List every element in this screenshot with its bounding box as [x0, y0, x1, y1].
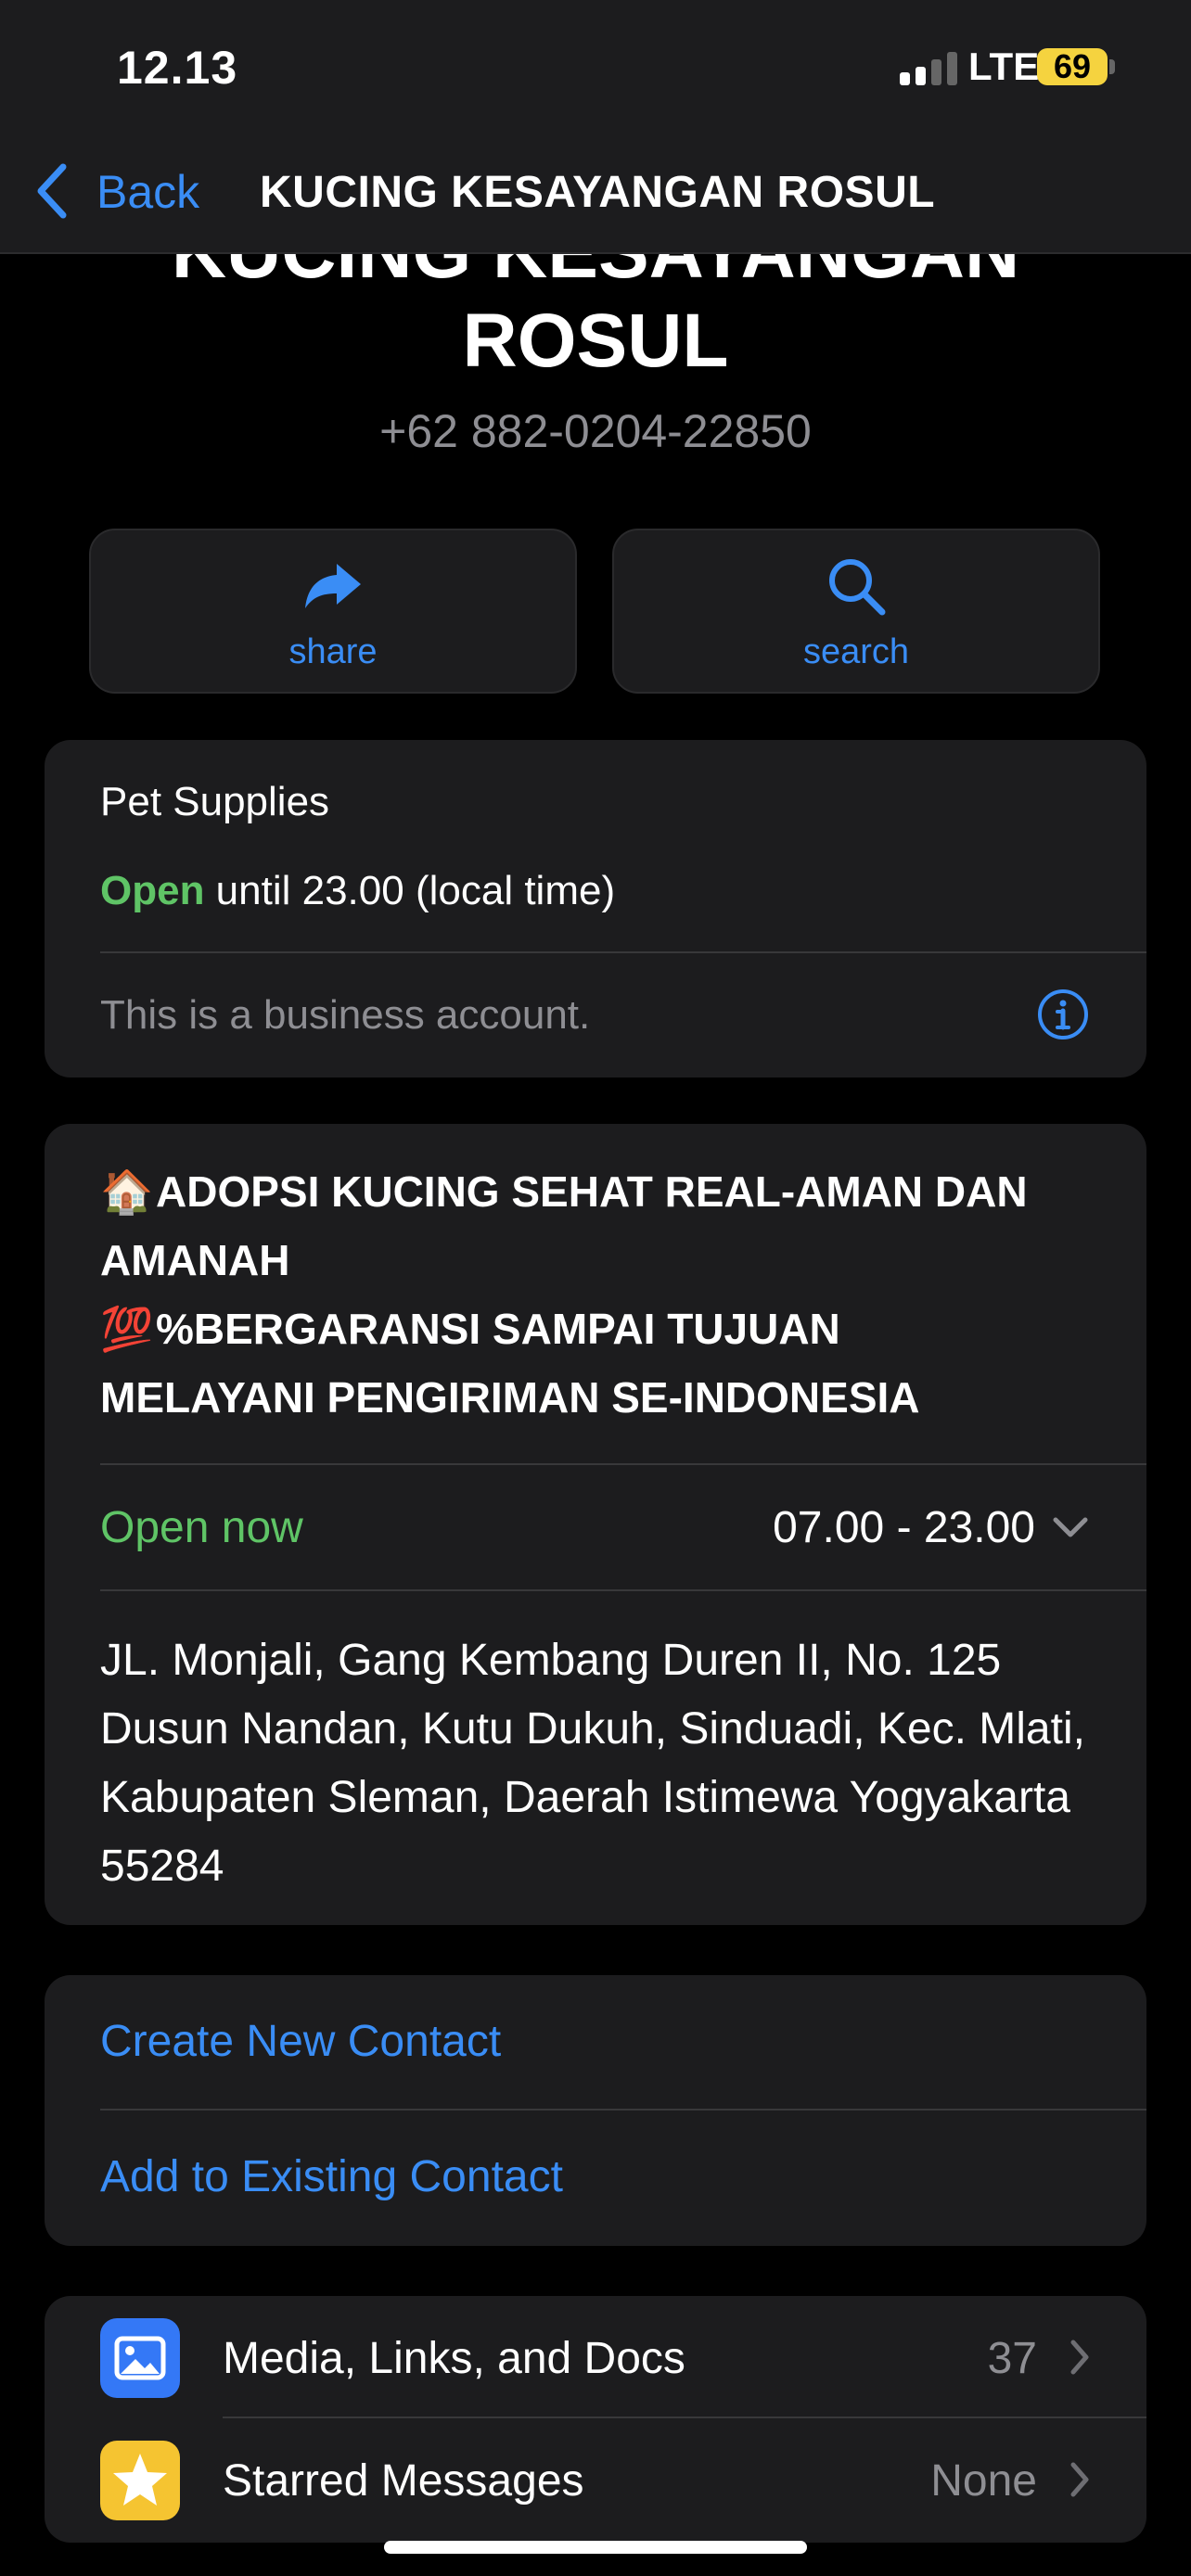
- back-button[interactable]: Back: [96, 165, 199, 219]
- nav-title: KUCING KESAYANGAN ROSUL: [260, 168, 936, 217]
- description-line1: ADOPSI KUCING SEHAT REAL-AMAN DAN: [156, 1167, 1028, 1216]
- media-count: 37: [987, 2334, 1037, 2383]
- house-emoji-icon: 🏠: [100, 1167, 154, 1216]
- create-new-contact-button[interactable]: Create New Contact: [100, 2016, 501, 2067]
- open-now-label: Open now: [100, 1503, 303, 1552]
- hundred-emoji-icon: 💯: [100, 1305, 154, 1353]
- chevron-right-icon: [1070, 2340, 1089, 2375]
- starred-count: None: [930, 2456, 1037, 2506]
- divider: [100, 1589, 1146, 1591]
- description-line3: %BERGARANSI SAMPAI TUJUAN: [156, 1305, 840, 1353]
- media-links-docs-label: Media, Links, and Docs: [223, 2334, 685, 2383]
- home-indicator[interactable]: [384, 2541, 807, 2554]
- about-card: 🏠ADOPSI KUCING SEHAT REAL-AMAN DAN AMANA…: [45, 1124, 1146, 1925]
- business-description: 🏠ADOPSI KUCING SEHAT REAL-AMAN DAN AMANA…: [100, 1157, 1121, 1432]
- business-account-note: This is a business account.: [100, 992, 591, 1038]
- open-word: Open: [100, 868, 205, 913]
- add-to-existing-contact-button[interactable]: Add to Existing Contact: [100, 2151, 563, 2202]
- share-label: share: [288, 632, 378, 671]
- open-status: Open until 23.00 (local time): [100, 868, 615, 914]
- navigation-bar: 12.13 LTE 69 Back KUCING KESAYANGAN ROSU…: [0, 0, 1191, 254]
- divider: [100, 2109, 1146, 2111]
- phone-number[interactable]: +62 882-0204-22850: [0, 404, 1191, 458]
- description-line2: AMANAH: [100, 1236, 290, 1284]
- star-icon: [100, 2441, 180, 2520]
- open-until: until 23.00 (local time): [204, 868, 616, 913]
- info-circle-icon[interactable]: [1035, 987, 1091, 1042]
- search-label: search: [802, 632, 910, 671]
- business-address[interactable]: JL. Monjali, Gang Kembang Duren II, No. …: [100, 1626, 1121, 1901]
- contact-name-line2: ROSUL: [462, 299, 729, 383]
- search-button[interactable]: search: [612, 529, 1100, 694]
- chevron-down-icon[interactable]: [1052, 1513, 1089, 1541]
- share-arrow-icon: [305, 564, 361, 608]
- divider: [223, 2417, 1146, 2418]
- divider: [100, 1463, 1146, 1465]
- share-button[interactable]: share: [89, 529, 577, 694]
- chevron-right-icon: [1070, 2462, 1089, 2497]
- starred-messages-label: Starred Messages: [223, 2456, 584, 2506]
- chevron-left-icon[interactable]: [33, 161, 70, 221]
- cellular-signal-icon: [900, 52, 959, 85]
- network-type: LTE: [968, 45, 1040, 88]
- photo-icon: [100, 2318, 180, 2398]
- description-line4: MELAYANI PENGIRIMAN SE-INDONESIA: [100, 1373, 920, 1422]
- battery-icon: 69: [1037, 48, 1108, 85]
- contact-actions-card: Create New Contact Add to Existing Conta…: [45, 1975, 1146, 2246]
- chat-settings-card: Media, Links, and Docs 37 Starred Messag…: [45, 2296, 1146, 2543]
- status-time: 12.13: [117, 42, 238, 94]
- search-icon: [829, 559, 886, 616]
- business-hours: 07.00 - 23.00: [773, 1503, 1035, 1552]
- battery-tip: [1109, 59, 1115, 74]
- business-category: Pet Supplies: [100, 779, 330, 824]
- business-info-card: Pet Supplies Open until 23.00 (local tim…: [45, 740, 1146, 1078]
- divider: [100, 951, 1146, 953]
